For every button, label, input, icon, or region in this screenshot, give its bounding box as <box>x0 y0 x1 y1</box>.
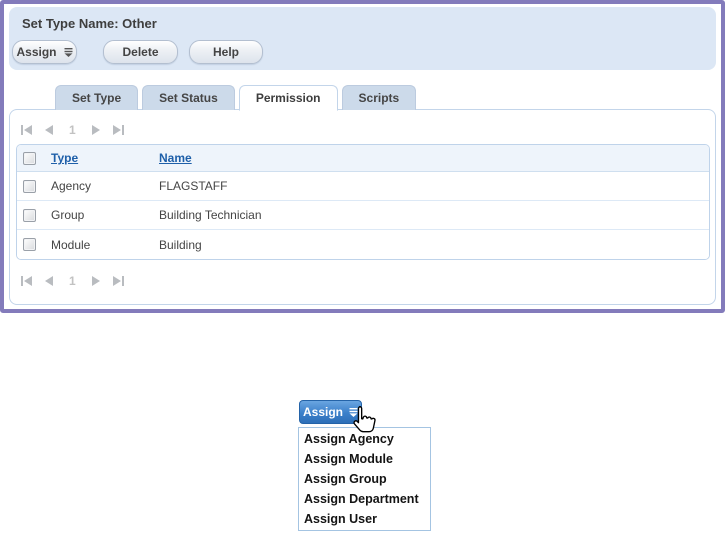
page-number: 1 <box>69 274 76 288</box>
row-name: Building <box>159 237 202 252</box>
assign-button[interactable]: Assign <box>12 40 77 64</box>
menu-item-assign-department[interactable]: Assign Department <box>299 489 430 509</box>
tab-bar: Set Type Set Status Permission Scripts <box>55 85 417 111</box>
cursor-hand-icon <box>353 406 376 433</box>
prev-page-icon[interactable] <box>45 124 53 135</box>
toolbar: Assign Delete Help <box>12 40 263 64</box>
row-checkbox[interactable] <box>23 179 36 193</box>
tab-content: 1 Type Name Agency FLAGSTAFF Group Build… <box>9 109 716 305</box>
column-header-name[interactable]: Name <box>159 151 192 165</box>
screen: Set Type Name: Other Assign Delete Help … <box>0 0 725 535</box>
menu-item-assign-module[interactable]: Assign Module <box>299 449 430 469</box>
tab-set-type[interactable]: Set Type <box>55 85 139 110</box>
prev-page-icon[interactable] <box>45 276 53 286</box>
first-page-icon[interactable] <box>21 276 32 286</box>
table-row[interactable]: Agency FLAGSTAFF <box>17 172 709 201</box>
page-title: Set Type Name: Other <box>22 16 157 31</box>
row-checkbox[interactable] <box>23 208 36 222</box>
select-all-checkbox[interactable] <box>23 151 36 165</box>
row-name: FLAGSTAFF <box>159 179 228 193</box>
assign-button-label: Assign <box>16 45 57 59</box>
delete-button[interactable]: Delete <box>103 40 178 64</box>
first-page-icon[interactable] <box>21 124 32 135</box>
row-checkbox[interactable] <box>23 238 36 251</box>
assign-dropdown-label: Assign <box>302 405 343 419</box>
next-page-icon[interactable] <box>91 124 100 135</box>
row-name: Building Technician <box>159 208 262 222</box>
tab-scripts[interactable]: Scripts <box>341 85 417 110</box>
set-type-panel: Set Type Name: Other Assign Delete Help … <box>0 0 725 313</box>
permission-grid: Type Name Agency FLAGSTAFF Group Buildin… <box>16 144 710 260</box>
pager-top: 1 <box>10 110 715 140</box>
panel-header: Set Type Name: Other Assign Delete Help <box>9 7 716 70</box>
menu-item-assign-group[interactable]: Assign Group <box>299 469 430 489</box>
table-row[interactable]: Group Building Technician <box>17 201 709 230</box>
assign-menu: Assign Agency Assign Module Assign Group… <box>298 427 431 531</box>
pager-bottom: 1 <box>10 260 715 290</box>
last-page-icon[interactable] <box>112 124 124 135</box>
tab-set-status[interactable]: Set Status <box>142 85 235 110</box>
help-button[interactable]: Help <box>189 40 263 64</box>
last-page-icon[interactable] <box>112 276 124 286</box>
menu-item-assign-user[interactable]: Assign User <box>299 509 430 529</box>
row-type: Module <box>51 237 91 252</box>
column-header-type[interactable]: Type <box>51 151 78 165</box>
row-type: Agency <box>51 179 92 193</box>
page-number: 1 <box>69 122 76 137</box>
tab-permission[interactable]: Permission <box>238 85 338 111</box>
row-type: Group <box>51 208 85 222</box>
next-page-icon[interactable] <box>91 276 100 286</box>
table-row[interactable]: Module Building <box>17 230 709 259</box>
split-arrow-icon <box>64 47 73 57</box>
grid-header-row: Type Name <box>17 145 709 172</box>
